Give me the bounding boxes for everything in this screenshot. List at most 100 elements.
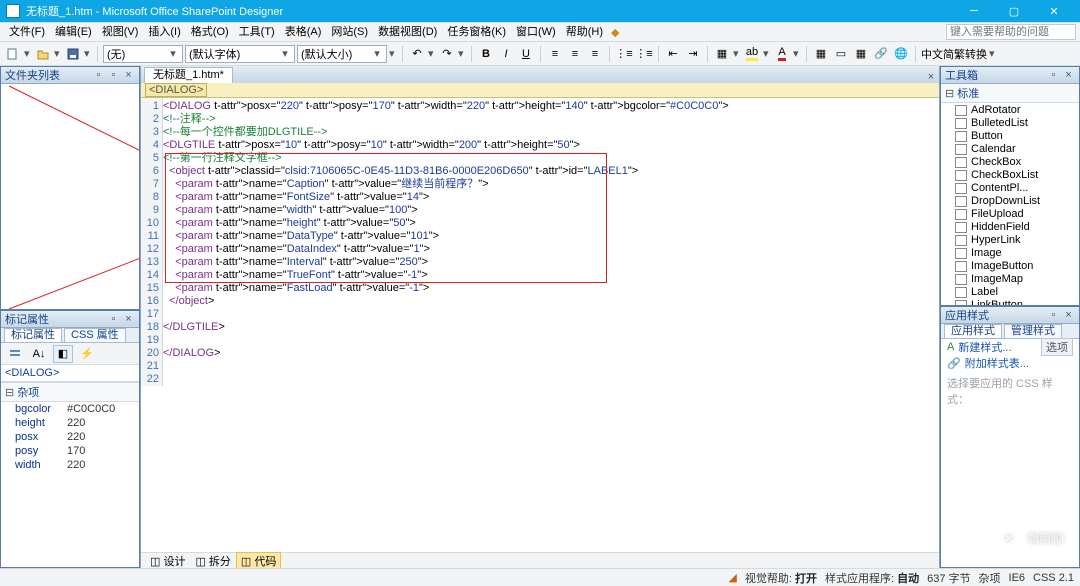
prop-show-set[interactable]: ◧ xyxy=(53,345,73,363)
maximize-button[interactable]: ▢ xyxy=(994,0,1034,22)
tab-css-properties[interactable]: CSS 属性 xyxy=(64,328,126,342)
align-center-button[interactable]: ≡ xyxy=(566,45,584,63)
view-design[interactable]: ◫ 设计 xyxy=(145,552,190,570)
close-button[interactable]: ✕ xyxy=(1034,0,1074,22)
attach-stylesheet-link[interactable]: 🔗附加样式表... xyxy=(941,355,1079,371)
toolbox-item[interactable]: HyperLink xyxy=(941,233,1079,246)
prop-row[interactable]: width220 xyxy=(1,458,139,472)
panel-close-icon[interactable]: × xyxy=(1062,309,1075,322)
align-left-button[interactable]: ≡ xyxy=(546,45,564,63)
toolbox-item[interactable]: CheckBoxList xyxy=(941,168,1079,181)
new-folder-icon[interactable]: ▫ xyxy=(107,69,120,82)
document-close-icon[interactable]: × xyxy=(923,71,939,83)
tab-tag-properties[interactable]: 标记属性 xyxy=(4,328,62,342)
menu-edit[interactable]: 编辑(E) xyxy=(50,23,97,41)
insert-table-button[interactable]: ▦ xyxy=(812,45,830,63)
preview-button[interactable]: 🌐 xyxy=(892,45,910,63)
code-editor[interactable]: 12345678910111213141516171819202122 <DIA… xyxy=(141,98,939,552)
new-page-icon[interactable]: ▫ xyxy=(92,69,105,82)
menu-table[interactable]: 表格(A) xyxy=(280,23,327,41)
status-misc[interactable]: 杂项 xyxy=(979,570,1001,586)
prop-group-misc[interactable]: 杂项 xyxy=(17,387,39,399)
italic-button[interactable]: I xyxy=(497,45,515,63)
help-search-input[interactable] xyxy=(946,24,1076,40)
convert-button[interactable]: 中文简繁转换 xyxy=(921,46,987,62)
style-combo[interactable]: (无)▾ xyxy=(103,45,183,63)
breadcrumb[interactable]: <DIALOG> xyxy=(141,83,939,98)
panel-close-icon[interactable]: × xyxy=(1062,69,1075,82)
toolbox-item[interactable]: CheckBox xyxy=(941,155,1079,168)
toolbox-group-standard[interactable]: 标准 xyxy=(957,88,979,100)
menu-dataview[interactable]: 数据视图(D) xyxy=(373,23,442,41)
borders-button[interactable]: ▦ xyxy=(713,45,731,63)
status-ie[interactable]: IE6 xyxy=(1009,572,1026,584)
align-right-button[interactable]: ≡ xyxy=(586,45,604,63)
new-dropdown-icon[interactable]: ▾ xyxy=(24,47,32,60)
tab-apply-styles[interactable]: 应用样式 xyxy=(944,324,1002,338)
size-combo[interactable]: (默认大小)▾ xyxy=(297,45,387,63)
menu-window[interactable]: 窗口(W) xyxy=(511,23,561,41)
prop-row[interactable]: posy170 xyxy=(1,444,139,458)
prop-sort-categorized[interactable] xyxy=(5,345,25,363)
size-dropdown-icon[interactable]: ▾ xyxy=(389,47,397,60)
prop-sort-az[interactable]: A↓ xyxy=(29,345,49,363)
toolbox-item[interactable]: Button xyxy=(941,129,1079,142)
save-button[interactable] xyxy=(64,45,82,63)
highlight-button[interactable]: ab xyxy=(743,45,761,63)
tab-manage-styles[interactable]: 管理样式 xyxy=(1004,324,1062,338)
prop-row[interactable]: posx220 xyxy=(1,430,139,444)
view-split[interactable]: ◫ 拆分 xyxy=(190,552,235,570)
minimize-button[interactable]: ─ xyxy=(954,0,994,22)
status-css[interactable]: CSS 2.1 xyxy=(1033,572,1074,584)
panel-menu-icon[interactable]: ▫ xyxy=(1047,309,1060,322)
menu-tools[interactable]: 工具(T) xyxy=(234,23,280,41)
toolbox-item[interactable]: DropDownList xyxy=(941,194,1079,207)
open-button[interactable] xyxy=(34,45,52,63)
panel-menu-icon[interactable]: ▫ xyxy=(107,313,120,326)
new-button[interactable] xyxy=(4,45,22,63)
save-dropdown-icon[interactable]: ▾ xyxy=(84,47,92,60)
insert-picture-button[interactable]: ▦ xyxy=(852,45,870,63)
menu-help[interactable]: 帮助(H) xyxy=(561,23,608,41)
outdent-button[interactable]: ⇤ xyxy=(664,45,682,63)
undo-button[interactable]: ↶ xyxy=(408,45,426,63)
menu-site[interactable]: 网站(S) xyxy=(326,23,373,41)
toolbox-item[interactable]: Label xyxy=(941,285,1079,298)
panel-menu-icon[interactable]: ▫ xyxy=(1047,69,1060,82)
panel-close-icon[interactable]: × xyxy=(122,69,135,82)
font-combo[interactable]: (默认字体)▾ xyxy=(185,45,295,63)
document-tab[interactable]: 无标题_1.htm* xyxy=(144,67,233,83)
options-button[interactable]: 选项 xyxy=(1041,338,1073,356)
toolbox-item[interactable]: ImageButton xyxy=(941,259,1079,272)
panel-close-icon[interactable]: × xyxy=(122,313,135,326)
menu-view[interactable]: 视图(V) xyxy=(97,23,144,41)
insert-layer-button[interactable]: ▭ xyxy=(832,45,850,63)
new-style-link[interactable]: A新建样式... 选项 xyxy=(941,339,1079,355)
menu-taskpane[interactable]: 任务窗格(K) xyxy=(442,23,511,41)
toolbox-item[interactable]: BulletedList xyxy=(941,116,1079,129)
help-plugin-icon[interactable]: ◆ xyxy=(611,26,619,39)
toolbox-item[interactable]: LinkButton xyxy=(941,298,1079,305)
toolbox-item[interactable]: ContentPl... xyxy=(941,181,1079,194)
menu-insert[interactable]: 插入(I) xyxy=(143,23,185,41)
menu-file[interactable]: 文件(F) xyxy=(4,23,50,41)
list-numbers-button[interactable]: ⋮≡ xyxy=(635,45,653,63)
toolbox-item[interactable]: Image xyxy=(941,246,1079,259)
list-bullets-button[interactable]: ⋮≡ xyxy=(615,45,633,63)
redo-button[interactable]: ↷ xyxy=(438,45,456,63)
view-code[interactable]: ◫ 代码 xyxy=(236,552,281,570)
prop-row[interactable]: bgcolor#C0C0C0 xyxy=(1,402,139,416)
hyperlink-button[interactable]: 🔗 xyxy=(872,45,890,63)
font-color-button[interactable]: A xyxy=(773,45,791,63)
prop-events[interactable]: ⚡ xyxy=(77,345,97,363)
menu-format[interactable]: 格式(O) xyxy=(186,23,234,41)
indent-button[interactable]: ⇥ xyxy=(684,45,702,63)
toolbox-item[interactable]: AdRotator xyxy=(941,103,1079,116)
bold-button[interactable]: B xyxy=(477,45,495,63)
toolbox-item[interactable]: Calendar xyxy=(941,142,1079,155)
open-dropdown-icon[interactable]: ▾ xyxy=(54,47,62,60)
toolbox-item[interactable]: FileUpload xyxy=(941,207,1079,220)
prop-row[interactable]: height220 xyxy=(1,416,139,430)
underline-button[interactable]: U xyxy=(517,45,535,63)
toolbox-item[interactable]: HiddenField xyxy=(941,220,1079,233)
